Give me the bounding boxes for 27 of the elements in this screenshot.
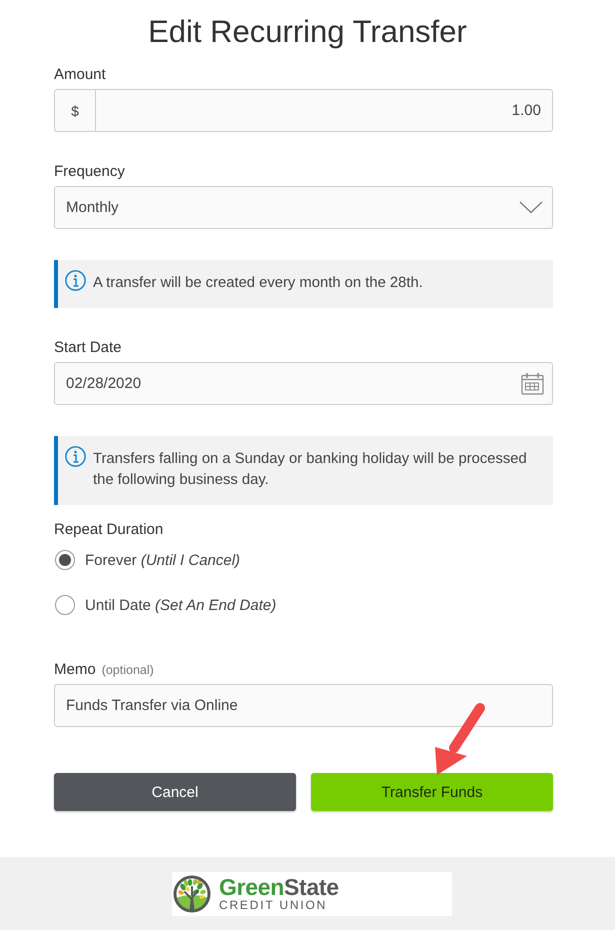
calendar-icon[interactable]	[521, 372, 544, 395]
page-title: Edit Recurring Transfer	[147, 13, 468, 51]
optional-hint: (optional)	[102, 662, 154, 679]
notice-text: A transfer will be created every month on the 28th.	[93, 274, 424, 293]
info-icon	[65, 446, 86, 467]
logo-tagline: CREDIT UNION	[219, 899, 328, 912]
field-label: Amount	[54, 66, 106, 84]
logo-wordmark: GreenState	[219, 876, 339, 898]
date-input[interactable]: 02/28/2020	[54, 362, 553, 405]
memo-input[interactable]: Funds Transfer via Online	[54, 684, 553, 727]
field-label: Repeat Duration	[54, 521, 164, 539]
field-label: Start Date	[54, 339, 122, 357]
radio-label[interactable]: Until Date (Set An End Date)	[85, 596, 276, 614]
transfer-funds-button[interactable]: Transfer Funds	[311, 773, 553, 811]
field-label: Frequency	[54, 163, 125, 181]
field-label: Memo	[54, 661, 96, 679]
amount-input[interactable]: 1.00	[96, 89, 553, 132]
radio-button[interactable]	[55, 550, 75, 570]
chevron-down-icon	[519, 201, 543, 214]
radio-label[interactable]: Forever (Until I Cancel)	[85, 552, 240, 568]
radio-button[interactable]	[55, 595, 75, 615]
notice-text: Transfers falling on a Sunday or banking holiday will be processed the following business day.	[93, 450, 528, 490]
frequency-dropdown[interactable]: Monthly	[54, 186, 553, 229]
tree-logo-icon	[173, 875, 211, 913]
info-icon	[65, 270, 86, 291]
currency-prefix: $	[54, 89, 96, 132]
cancel-button[interactable]: Cancel	[54, 773, 296, 811]
